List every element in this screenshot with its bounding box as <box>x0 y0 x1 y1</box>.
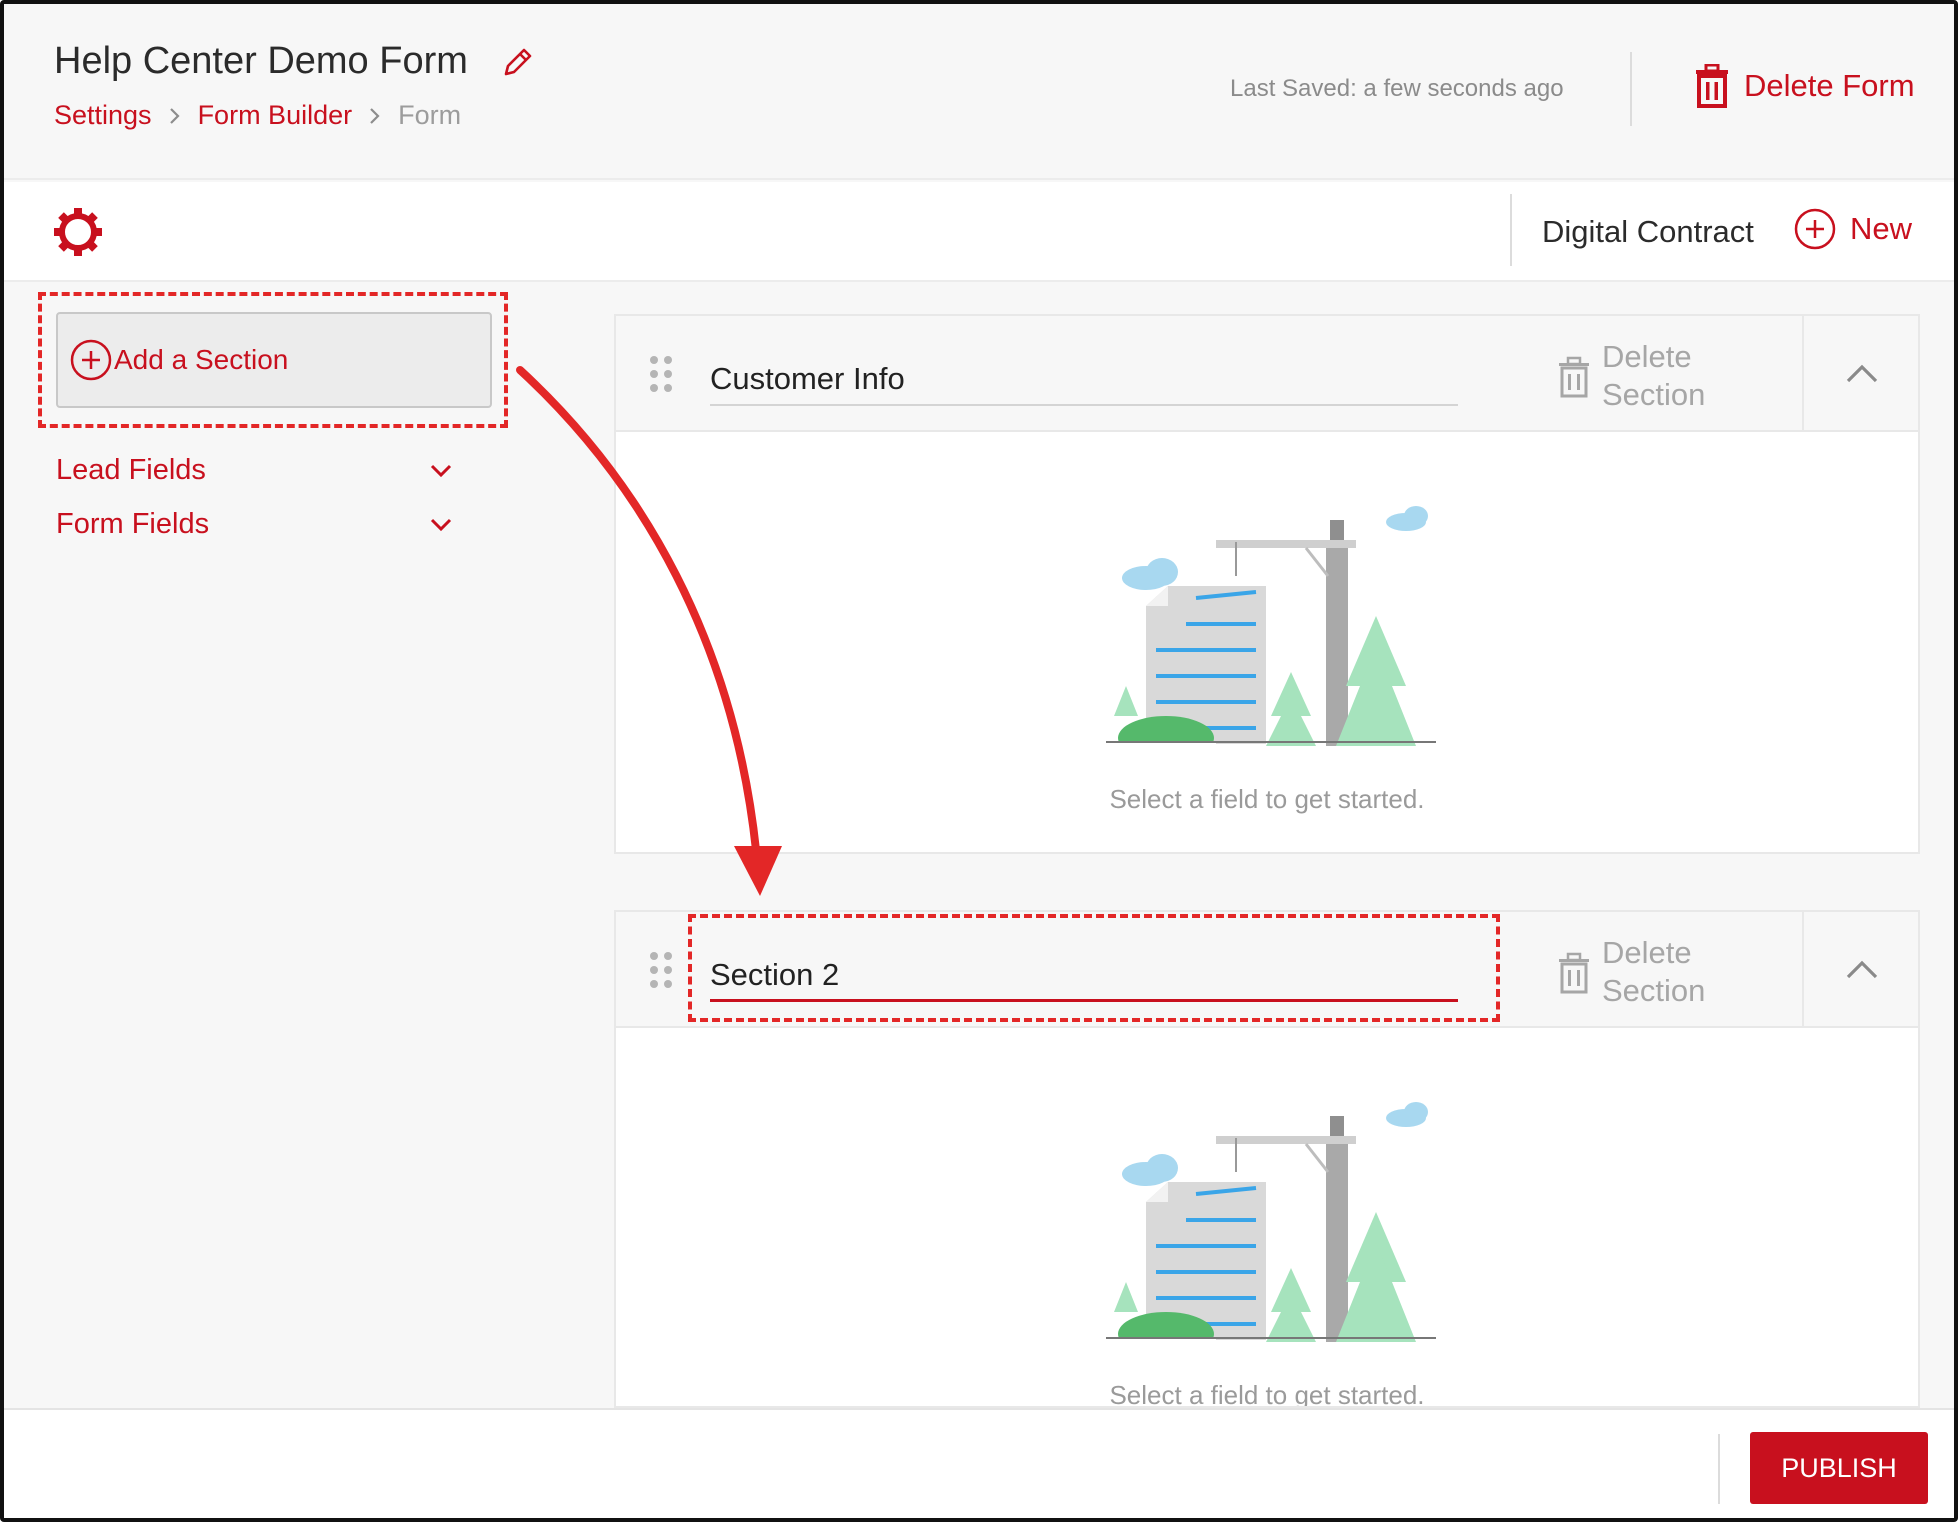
form-toolbar: Digital Contract New <box>4 182 1954 282</box>
plus-circle-icon <box>70 339 112 381</box>
chevron-up-icon[interactable] <box>1842 354 1882 394</box>
trash-icon <box>1559 356 1589 398</box>
delete-form-button[interactable]: Delete Form <box>1692 64 1915 108</box>
last-saved-value: a few seconds ago <box>1363 75 1564 102</box>
drag-handle-icon[interactable] <box>648 354 674 394</box>
section-title-input[interactable] <box>710 354 1458 406</box>
delete-form-label: Delete Form <box>1744 68 1915 103</box>
form-section: Delete Section <box>614 314 1920 854</box>
delete-section-label: Delete Section <box>1602 339 1706 412</box>
add-section-label: Add a Section <box>114 344 289 375</box>
empty-state-message: Select a field to get started. <box>1109 784 1425 814</box>
divider <box>1718 1434 1720 1504</box>
add-section-button[interactable]: Add a Section <box>56 312 492 408</box>
gear-icon[interactable] <box>52 206 104 258</box>
divider <box>1630 52 1632 126</box>
new-button[interactable]: New <box>1794 208 1912 250</box>
chevron-up-icon[interactable] <box>1842 950 1882 990</box>
empty-state-message: Select a field to get started. <box>1109 1380 1425 1408</box>
section-header: Delete Section <box>616 316 1918 432</box>
chevron-down-icon <box>430 464 452 478</box>
delete-section-button[interactable]: Delete Section <box>1556 934 1705 1010</box>
accordion-form-fields[interactable]: Form Fields <box>56 502 456 546</box>
publish-button[interactable]: PUBLISH <box>1750 1432 1928 1504</box>
trash-icon <box>1559 952 1589 994</box>
accordion-label: Form Fields <box>56 507 210 540</box>
divider <box>1510 194 1512 266</box>
page-footer: PUBLISH <box>4 1408 1954 1518</box>
accordion-label: Lead Fields <box>56 453 206 486</box>
accordion-lead-fields[interactable]: Lead Fields <box>56 448 456 492</box>
delete-section-button[interactable]: Delete Section <box>1556 338 1705 414</box>
empty-state-illustration <box>1106 1102 1436 1346</box>
breadcrumb-settings[interactable]: Settings <box>54 100 152 131</box>
new-label: New <box>1850 211 1913 246</box>
section-body: Select a field to get started. <box>616 432 1918 852</box>
annotation-highlight-box <box>688 914 1500 1022</box>
drag-handle-icon[interactable] <box>648 950 674 990</box>
chevron-down-icon <box>430 518 452 532</box>
app-window: Help Center Demo Form Settings Form Buil… <box>0 0 1958 1522</box>
page-title: Help Center Demo Form <box>54 40 468 82</box>
breadcrumb-form-builder[interactable]: Form Builder <box>198 100 353 131</box>
trash-icon <box>1696 64 1728 108</box>
section-body: Select a field to get started. <box>616 1028 1918 1408</box>
breadcrumb: Settings Form Builder Form <box>54 100 461 131</box>
divider <box>1802 316 1804 430</box>
last-saved-label: Last Saved: <box>1230 75 1357 102</box>
breadcrumb-form: Form <box>398 100 462 130</box>
chevron-right-icon <box>352 106 398 126</box>
contract-name: Digital Contract <box>1542 214 1754 249</box>
delete-section-label: Delete Section <box>1602 935 1706 1008</box>
last-saved-status: Last Saved: a few seconds ago <box>1230 75 1564 103</box>
plus-circle-icon <box>1794 208 1836 250</box>
edit-pencil-icon[interactable] <box>500 44 536 80</box>
chevron-right-icon <box>152 106 198 126</box>
empty-state-illustration <box>1106 506 1436 750</box>
divider <box>1802 912 1804 1026</box>
page-header: Help Center Demo Form Settings Form Buil… <box>4 4 1954 180</box>
